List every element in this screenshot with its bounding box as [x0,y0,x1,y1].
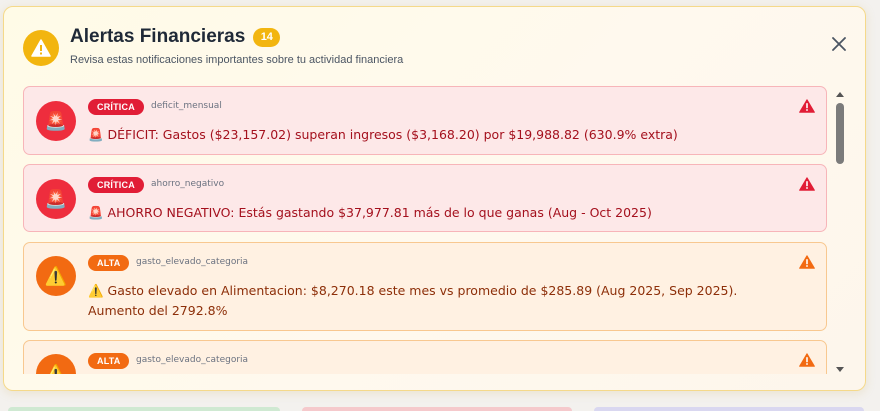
scrollbar[interactable] [833,87,847,374]
alert-category: gasto_elevado_categoria [136,355,249,365]
background-card-edge [8,407,280,411]
severity-badge: ALTA [88,255,130,271]
scroll-down-arrow-icon[interactable] [836,367,844,372]
scroll-up-arrow-icon[interactable] [836,92,844,97]
alert-message: 🚨 AHORRO NEGATIVO: Estás gastando $37,97… [88,205,652,220]
warning-icon [799,255,815,269]
alert-category: gasto_elevado_categoria [136,257,249,267]
siren-icon: 🚨 [36,179,76,219]
close-button[interactable] [829,34,849,54]
warning-icon [799,353,815,367]
siren-icon: 🚨 [36,101,76,141]
warning-icon [23,30,59,66]
modal-subtitle: Revisa estas notificaciones importantes … [70,54,404,66]
alert-card[interactable]: ⚠️ ALTA gasto_elevado_categoria [23,340,827,374]
scrollbar-thumb[interactable] [836,103,844,164]
severity-badge: CRÍTICA [88,99,144,115]
alert-message: ⚠️ Gasto elevado en Alimentacion: $8,270… [88,283,738,318]
warning-icon: ⚠️ [36,354,76,374]
background-card-edge [302,407,572,411]
modal-title: Alertas Financieras 14 [70,26,281,48]
alert-card[interactable]: ⚠️ ALTA gasto_elevado_categoria ⚠️ Gasto… [23,242,827,331]
alert-message: 🚨 DÉFICIT: Gastos ($23,157.02) superan i… [88,127,678,142]
alert-category: deficit_mensual [151,101,222,111]
modal-title-text: Alertas Financieras [70,26,246,47]
alert-category: ahorro_negativo [151,179,225,189]
warning-icon [799,99,815,113]
background-card-edge [594,407,864,411]
alert-card[interactable]: 🚨 CRÍTICA deficit_mensual 🚨 DÉFICIT: Gas… [23,86,827,155]
severity-badge: ALTA [88,353,130,369]
alert-count-badge: 14 [253,27,281,47]
warning-icon [799,177,815,191]
alerts-list[interactable]: 🚨 CRÍTICA deficit_mensual 🚨 DÉFICIT: Gas… [23,86,829,374]
alert-card[interactable]: 🚨 CRÍTICA ahorro_negativo 🚨 AHORRO NEGAT… [23,164,827,232]
warning-icon: ⚠️ [36,256,76,296]
financial-alerts-modal: Alertas Financieras 14 Revisa estas noti… [3,6,866,391]
severity-badge: CRÍTICA [88,177,144,193]
close-icon [832,37,846,51]
